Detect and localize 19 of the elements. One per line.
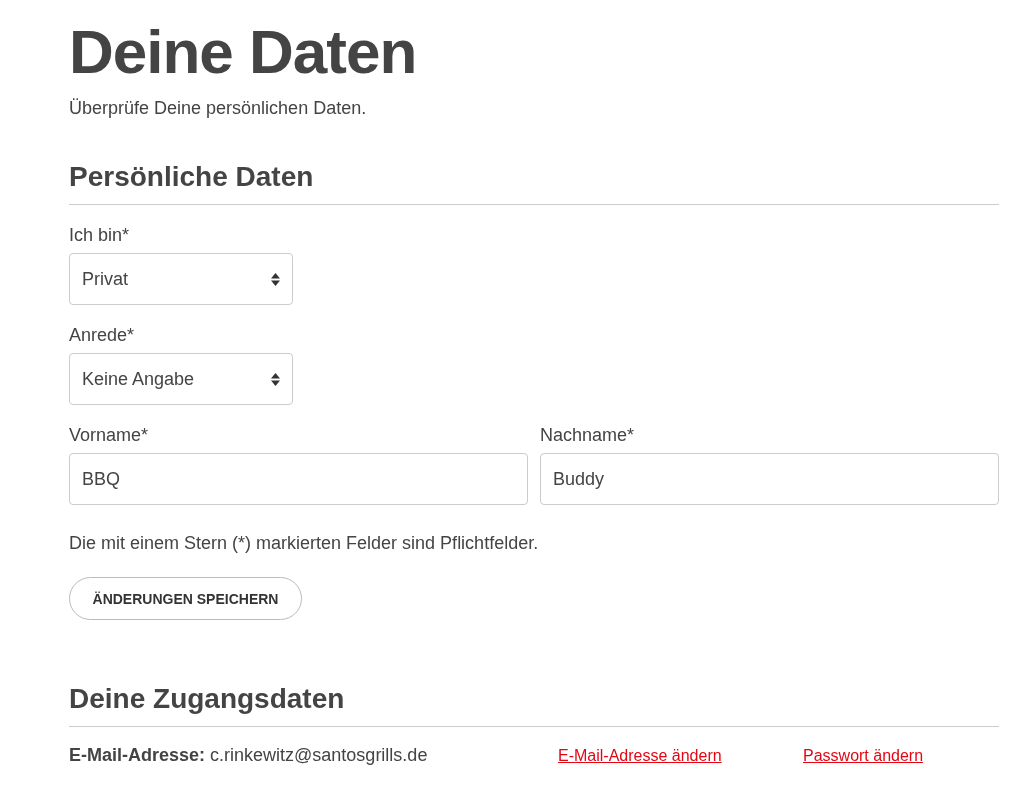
select-field[interactable]: Keine Angabe <box>69 353 293 405</box>
field-label: Anrede* <box>69 324 135 347</box>
email-address: E-Mail-Adresse: c.rinkewitz@santosgrills.de <box>69 745 429 766</box>
caret-icon <box>271 272 280 286</box>
field-label: Nachname* <box>540 424 635 447</box>
section-heading: Deine Zugangsdaten <box>69 682 346 716</box>
required-note: Die mit einem Stern (*) markierten Felder sind Pflichtfelder. <box>69 532 540 555</box>
save-button[interactable]: ÄNDERUNGEN SPEICHERN <box>69 577 302 620</box>
change-link[interactable]: E-Mail-Adresse ändern <box>558 747 803 765</box>
field-label: Ich bin* <box>69 224 130 247</box>
change-link[interactable]: Passwort ändern <box>803 747 924 765</box>
section-heading: Persönliche Daten <box>69 160 315 194</box>
page-title: Deine Daten <box>69 16 418 88</box>
input-field[interactable]: Buddy <box>540 453 999 505</box>
page-subtitle: Überprüfe Deine persönlichen Daten. <box>69 97 368 120</box>
input-field[interactable]: BBQ <box>69 453 528 505</box>
field-label: Vorname* <box>69 424 149 447</box>
select-field[interactable]: Privat <box>69 253 293 305</box>
caret-icon <box>271 372 280 386</box>
